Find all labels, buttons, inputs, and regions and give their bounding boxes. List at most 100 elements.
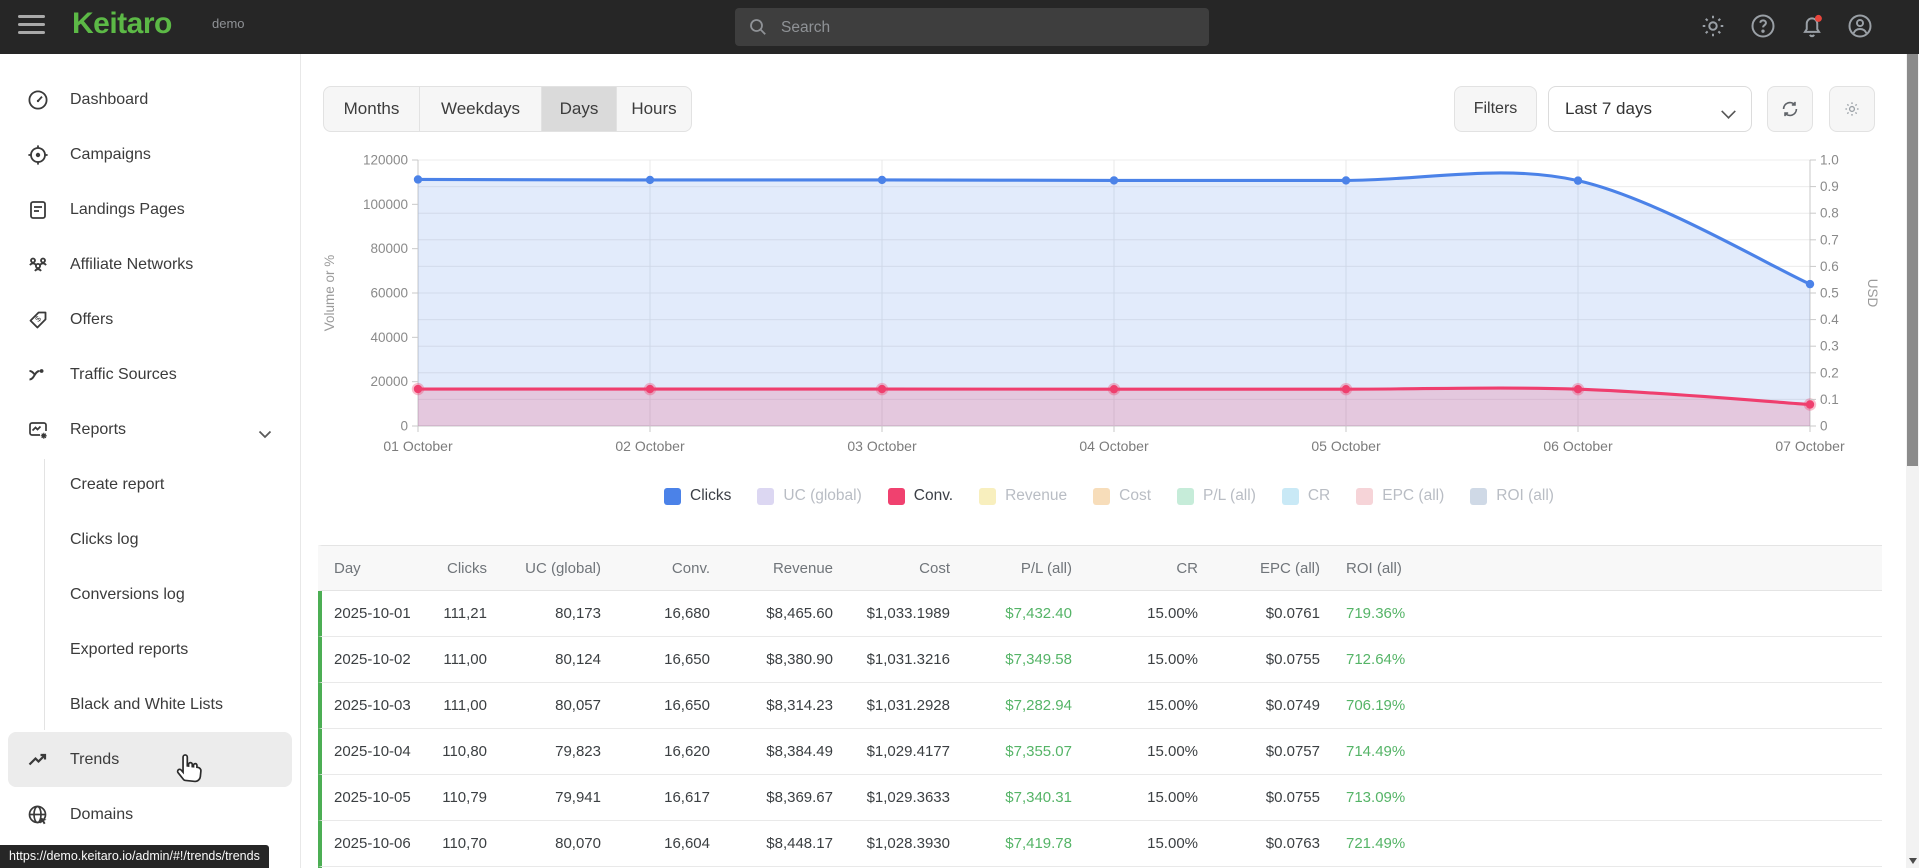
column-header-day[interactable]: Day [322, 560, 439, 577]
notifications-bell-icon[interactable] [1798, 12, 1828, 42]
cell-cost: $1,029.3633 [866, 789, 950, 806]
cell-day: 2025-10-06 [334, 835, 411, 852]
tab-days[interactable]: Days [542, 87, 617, 131]
column-header-clicks[interactable]: Clicks [439, 560, 501, 577]
column-header-p-l-all[interactable]: P/L (all) [964, 560, 1086, 577]
cell-epc-all: $0.0755 [1265, 789, 1320, 806]
sidebar-item-exported-reports[interactable]: Exported reports [0, 622, 300, 677]
chart-point [411, 382, 425, 396]
tab-months[interactable]: Months [324, 87, 420, 131]
tab-weekdays[interactable]: Weekdays [420, 87, 542, 131]
column-header-cost[interactable]: Cost [847, 560, 964, 577]
chart-settings-button[interactable] [1829, 86, 1875, 132]
column-header-uc-global[interactable]: UC (global) [501, 560, 615, 577]
cell-clicks: 111,00 [443, 651, 487, 668]
legend-item-cost[interactable]: Cost [1093, 487, 1151, 505]
help-icon[interactable] [1749, 12, 1779, 42]
sidebar-item-affiliate-networks[interactable]: Affiliate Networks [0, 237, 300, 292]
column-header-cr[interactable]: CR [1086, 560, 1212, 577]
cell-roi-all: 714.49% [1346, 743, 1406, 760]
legend-item-clicks[interactable]: Clicks [664, 487, 731, 505]
sidebar-item-reports[interactable]: Reports [0, 402, 300, 457]
chart-point [1573, 176, 1583, 185]
sidebar-sublist-reports: Create report Clicks log Conversions log Ex… [0, 457, 300, 732]
legend-item-revenue[interactable]: Revenue [979, 487, 1067, 505]
user-avatar-icon[interactable] [1846, 12, 1876, 42]
legend-item-epc-all[interactable]: EPC (all) [1356, 487, 1444, 505]
offers-icon: $ [26, 308, 50, 332]
chart-point [1341, 176, 1351, 185]
cell-revenue: $8,465.60 [766, 605, 833, 622]
cell-p-l-all: $7,419.78 [1005, 835, 1072, 852]
trends-table: Day Clicks UC (global) Conv. Revenue Cost P/L … [318, 545, 1882, 868]
legend-swatch [664, 487, 682, 505]
sidebar-item-clicks-log[interactable]: Clicks log [0, 512, 300, 567]
sidebar-item-offers[interactable]: $ Offers [0, 292, 300, 347]
sidebar-item-create-report[interactable]: Create report [0, 457, 300, 512]
cell-cr: 15.00% [1147, 605, 1198, 622]
svg-text:60000: 60000 [370, 286, 408, 301]
search-input[interactable] [779, 8, 1203, 48]
legend-item-p-l-all[interactable]: P/L (all) [1177, 487, 1256, 505]
scrollbar-down-arrow[interactable] [1909, 858, 1917, 864]
legend-item-roi-all[interactable]: ROI (all) [1470, 487, 1554, 505]
legend-label: CR [1307, 487, 1331, 504]
svg-text:03 October: 03 October [847, 438, 917, 454]
column-header-epc-all[interactable]: EPC (all) [1212, 560, 1334, 577]
cell-uc-global: 80,057 [555, 697, 601, 714]
svg-text:07 October: 07 October [1775, 438, 1845, 454]
refresh-button[interactable] [1767, 86, 1813, 132]
cell-p-l-all: $7,355.07 [1005, 743, 1072, 760]
sidebar-item-dashboard[interactable]: Dashboard [0, 72, 300, 127]
hamburger-menu-icon[interactable] [18, 15, 46, 39]
chart-point [645, 175, 655, 185]
legend-label: Cost [1119, 487, 1152, 504]
sidebar-item-domains[interactable]: Domains [0, 787, 300, 842]
legend-swatch [757, 487, 775, 505]
cell-uc-global: 80,173 [555, 605, 601, 622]
date-range-dropdown[interactable]: Last 7 days [1548, 86, 1752, 132]
sidebar-item-black-and-white-lists[interactable]: Black and White Lists [0, 677, 300, 732]
sidebar-item-conversions-log[interactable]: Conversions log [0, 567, 300, 622]
legend-item-uc-global[interactable]: UC (global) [757, 487, 862, 505]
chevron-down-icon [1721, 104, 1736, 119]
sidebar-item-campaigns[interactable]: Campaigns [0, 127, 300, 182]
grouping-tabs: Months Weekdays Days Hours [323, 86, 692, 132]
cell-roi-all: 719.36% [1346, 605, 1406, 622]
cell-uc-global: 79,941 [555, 789, 601, 806]
cell-day: 2025-10-03 [334, 697, 411, 714]
legend-label: Revenue [1005, 487, 1068, 504]
table-row-2025-10-02: 2025-10-02 111,00 80,124 16,650 $8,380.90 $1,… [318, 637, 1882, 683]
sidebar-item-label: Black and White Lists [70, 695, 223, 713]
status-url-tooltip: https://demo.keitaro.io/admin/#!/trends/… [0, 845, 269, 868]
legend-item-conv[interactable]: Conv. [887, 487, 953, 505]
refresh-icon [1782, 101, 1798, 117]
scrollbar-thumb[interactable] [1907, 54, 1918, 466]
chart-point [1109, 176, 1119, 185]
svg-text:0.6: 0.6 [1820, 259, 1839, 274]
column-header-conv[interactable]: Conv. [615, 560, 724, 577]
settings-gear-icon[interactable] [1699, 12, 1729, 42]
column-header-revenue[interactable]: Revenue [724, 560, 847, 577]
global-search[interactable] [735, 8, 1209, 48]
cell-p-l-all: $7,340.31 [1005, 789, 1072, 806]
filters-button[interactable]: Filters [1454, 86, 1537, 132]
svg-text:0.8: 0.8 [1820, 206, 1839, 221]
campaigns-icon [26, 143, 50, 167]
sidebar-item-landings-pages[interactable]: Landings Pages [0, 182, 300, 237]
svg-text:0.7: 0.7 [1820, 232, 1839, 247]
sidebar-item-traffic-sources[interactable]: Traffic Sources [0, 347, 300, 402]
tab-hours[interactable]: Hours [617, 87, 691, 131]
sidebar-item-label: Offers [70, 310, 114, 328]
svg-text:0.1: 0.1 [1820, 392, 1839, 407]
sidebar-item-label: Reports [70, 420, 127, 438]
cell-epc-all: $0.0749 [1265, 697, 1320, 714]
sidebar-item-trends[interactable]: Trends [8, 732, 292, 787]
legend-item-cr[interactable]: CR [1281, 487, 1331, 505]
table-row-2025-10-05: 2025-10-05 110,79 79,941 16,617 $8,369.67 $1,… [318, 775, 1882, 821]
svg-text:04 October: 04 October [1079, 438, 1149, 454]
column-header-roi-all[interactable]: ROI (all) [1334, 560, 1882, 577]
keitaro-logo: Keitaro [72, 7, 172, 40]
chart-point [1339, 382, 1353, 396]
legend-swatch [1177, 487, 1195, 505]
